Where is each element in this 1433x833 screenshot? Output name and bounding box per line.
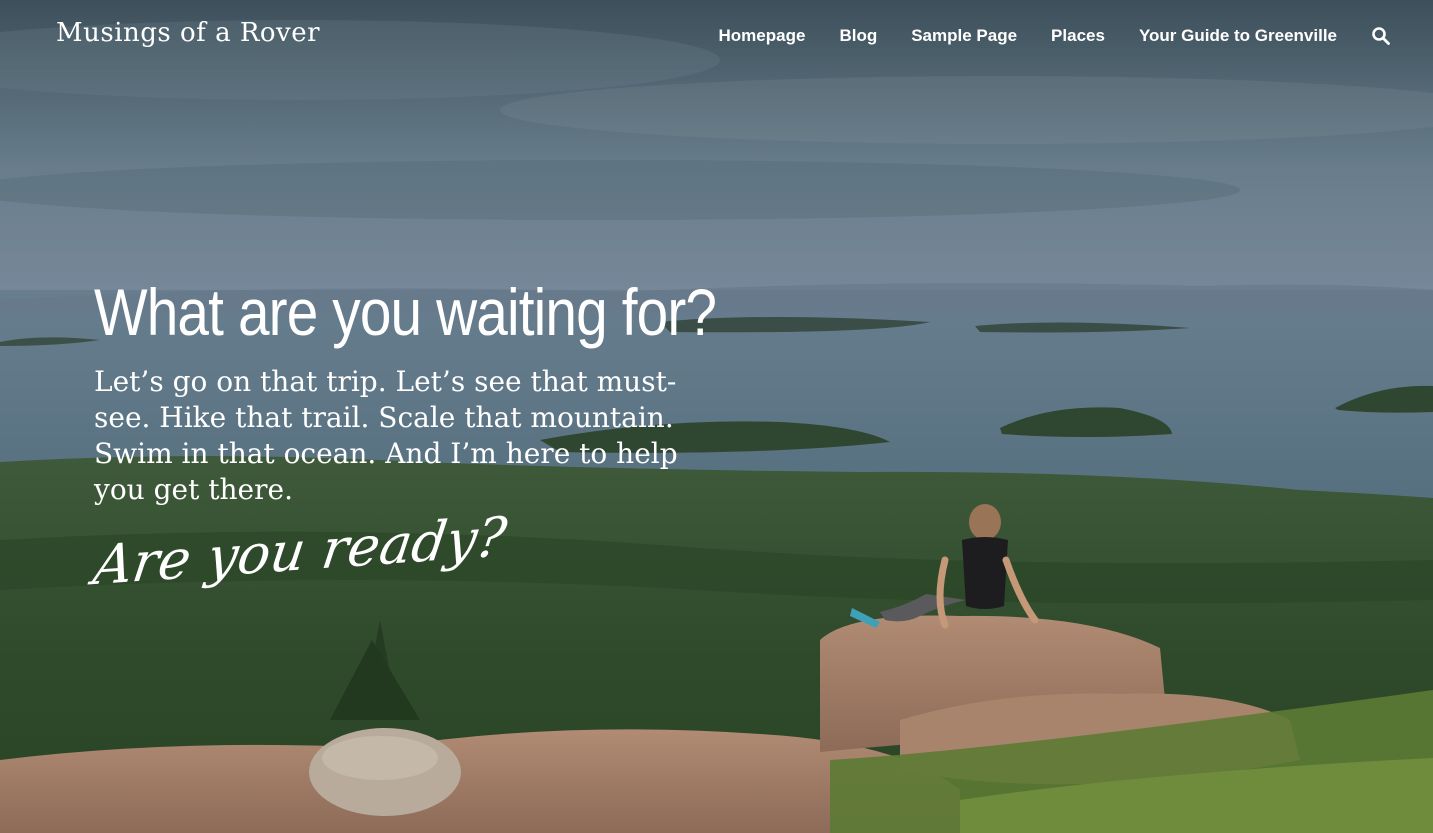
hero-body-text: Let’s go on that trip. Let’s see that mu… (94, 365, 678, 506)
nav-item-blog[interactable]: Blog (839, 26, 877, 46)
nav-item-sample-page[interactable]: Sample Page (911, 26, 1017, 46)
main-nav: Homepage Blog Sample Page Places Your Gu… (685, 26, 1391, 46)
nav-item-places[interactable]: Places (1051, 26, 1105, 46)
hero-headline: What are you waiting for? (94, 275, 717, 349)
site-header: Musings of a Rover Homepage Blog Sample … (0, 0, 1433, 76)
nav-item-greenville-guide[interactable]: Your Guide to Greenville (1139, 26, 1337, 46)
site-title[interactable]: Musings of a Rover (56, 18, 320, 48)
hero-section: What are you waiting for? Let’s go on th… (90, 272, 734, 598)
nav-item-homepage[interactable]: Homepage (719, 26, 806, 46)
search-icon[interactable] (1371, 26, 1391, 46)
